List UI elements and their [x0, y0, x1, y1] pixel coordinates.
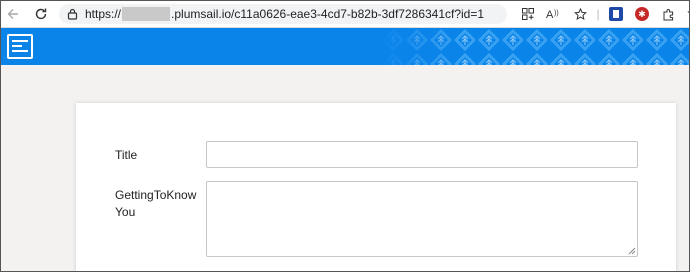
resize-grip-icon[interactable]: [627, 246, 636, 255]
browser-window: https:// .plumsail.io/c11a0626-eae3-4cd7…: [0, 0, 690, 272]
browser-toolbar: https:// .plumsail.io/c11a0626-eae3-4cd7…: [1, 1, 689, 28]
extension-icon[interactable]: [603, 4, 629, 24]
decorative-pattern: [381, 28, 689, 65]
form-logo-icon[interactable]: [7, 34, 33, 59]
getting-to-know-you-textarea[interactable]: [206, 181, 638, 257]
getting-to-know-you-label: GettingToKnow You: [115, 188, 197, 219]
apps-icon[interactable]: [515, 4, 541, 24]
url-scheme: https://: [85, 7, 122, 21]
toolbar-actions: A)) | ✱: [515, 4, 689, 24]
back-arrow-icon[interactable]: [3, 4, 23, 24]
redacted-subdomain: [122, 7, 171, 21]
favorites-icon[interactable]: [681, 4, 689, 24]
title-input[interactable]: [206, 141, 638, 168]
address-bar[interactable]: https:// .plumsail.io/c11a0626-eae3-4cd7…: [59, 4, 507, 24]
extension-icon[interactable]: ✱: [629, 4, 655, 24]
toolbar-separator: |: [596, 7, 600, 21]
title-label: Title: [115, 148, 138, 162]
read-aloud-icon[interactable]: A)): [541, 4, 567, 24]
lock-icon[interactable]: [65, 8, 79, 20]
reload-icon[interactable]: [31, 4, 51, 24]
svg-text:)): )): [554, 10, 559, 17]
star-icon[interactable]: [567, 4, 593, 24]
svg-text:A: A: [546, 9, 554, 20]
url-text: .plumsail.io/c11a0626-eae3-4cd7-b82b-3df…: [171, 7, 485, 21]
puzzle-icon[interactable]: [655, 4, 681, 24]
page-header-banner: [1, 28, 689, 65]
